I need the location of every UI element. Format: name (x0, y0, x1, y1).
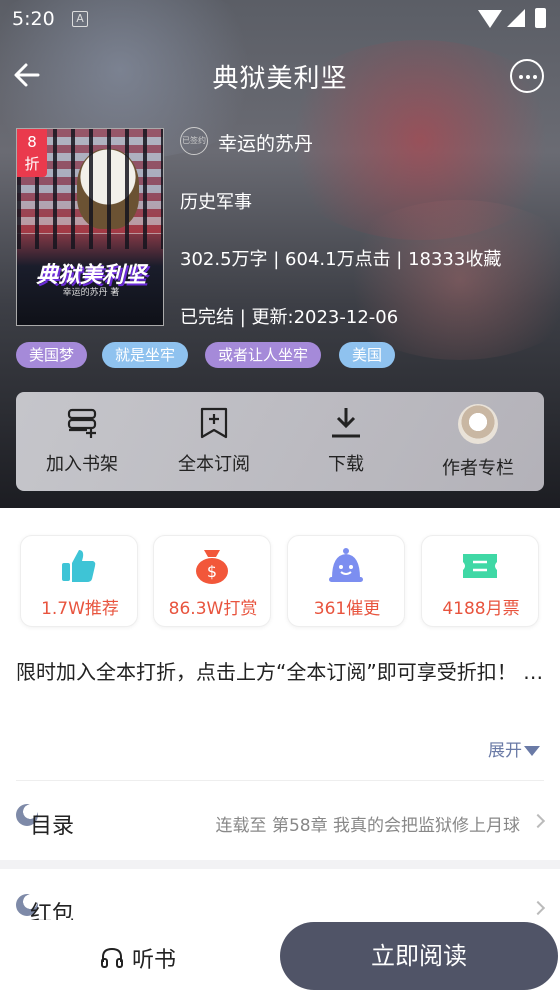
book-intro: 限时加入全本打折，点击上方“全本订阅”即可享受折扣！ … (16, 660, 544, 684)
ticket-icon (463, 554, 497, 578)
section-gap (0, 860, 560, 869)
notification-a-icon: A (72, 11, 88, 27)
cover-author: 幸运的苏丹 著 (62, 288, 120, 298)
expand-label: 展开 (488, 741, 522, 761)
wifi-icon (478, 10, 502, 28)
headphones-icon (101, 947, 123, 968)
table-of-contents-row[interactable]: 目录 连载至 第58章 我真的会把监狱修上月球 (0, 782, 560, 862)
download-button[interactable]: 下载 (280, 392, 412, 491)
action-label: 加入书架 (46, 454, 118, 475)
book-header-background: 5:20 A 典狱美利坚 典狱美利坚 幸运的苏丹 著 8 折 已签约 幸运的苏丹… (0, 0, 560, 508)
more-options-icon[interactable] (510, 59, 544, 93)
top-bar: 典狱美利坚 (0, 46, 560, 102)
bookshelf-icon (67, 408, 97, 438)
tag[interactable]: 美国梦 (16, 342, 88, 368)
author-column-button[interactable]: 作者专栏 (412, 392, 544, 491)
book-update-line: 已完结 | 更新:2023-12-06 (180, 307, 399, 328)
recommend-button[interactable]: 1.7W推荐 (20, 535, 138, 627)
book-stats-line: 302.5万字 | 604.1万点击 | 18333收藏 (180, 249, 502, 270)
listen-label: 听书 (132, 948, 177, 973)
tag[interactable]: 美国 (339, 342, 396, 368)
signal-icon (507, 9, 525, 27)
divider (16, 780, 544, 781)
book-category: 历史军事 (180, 192, 252, 213)
discount-badge: 8 折 (17, 129, 47, 177)
action-label: 下载 (328, 454, 364, 475)
download-icon (332, 408, 360, 438)
svg-text:$: $ (207, 562, 217, 581)
action-label: 全本订阅 (178, 454, 250, 475)
money-bag-icon: $ (196, 550, 228, 584)
triangle-down-icon (524, 746, 540, 756)
stat-label: 1.7W推荐 (41, 599, 119, 619)
subscribe-icon (200, 407, 228, 439)
status-time: 5:20 (12, 8, 55, 30)
stat-label: 4188月票 (442, 599, 520, 619)
chevron-right-icon (530, 900, 546, 916)
battery-icon (535, 8, 546, 28)
tag[interactable]: 或者让人坐牢 (205, 342, 322, 368)
expand-button[interactable]: 展开 (488, 736, 540, 761)
bell-face-icon (329, 548, 363, 582)
toc-latest-chapter: 连载至 第58章 我真的会把监狱修上月球 (215, 816, 520, 836)
subscribe-all-button[interactable]: 全本订阅 (148, 392, 280, 491)
thumbs-up-icon (62, 550, 96, 582)
action-label: 作者专栏 (442, 458, 514, 479)
add-to-shelf-button[interactable]: 加入书架 (16, 392, 148, 491)
signed-author-icon: 已签约 (180, 127, 208, 155)
action-bar: 加入书架 全本订阅 下载 作者专栏 (16, 392, 544, 491)
monthly-ticket-button[interactable]: 4188月票 (421, 535, 539, 627)
bottom-bar: 听书 立即阅读 (0, 920, 560, 995)
author-avatar (458, 404, 498, 444)
read-now-button[interactable]: 立即阅读 (280, 922, 558, 990)
tag[interactable]: 就是坐牢 (102, 342, 189, 368)
discount-unit: 折 (24, 155, 40, 173)
urge-update-button[interactable]: 361催更 (287, 535, 405, 627)
status-bar: 5:20 A (0, 0, 560, 38)
author-name[interactable]: 幸运的苏丹 (218, 129, 313, 156)
reward-button[interactable]: $ 86.3W打赏 (153, 535, 271, 627)
chevron-right-icon (530, 813, 546, 829)
toc-title: 目录 (30, 814, 75, 839)
page-title: 典狱美利坚 (212, 64, 348, 94)
discount-value: 8 (27, 133, 37, 151)
stat-label: 361催更 (313, 599, 381, 619)
stat-label: 86.3W打赏 (168, 599, 258, 619)
